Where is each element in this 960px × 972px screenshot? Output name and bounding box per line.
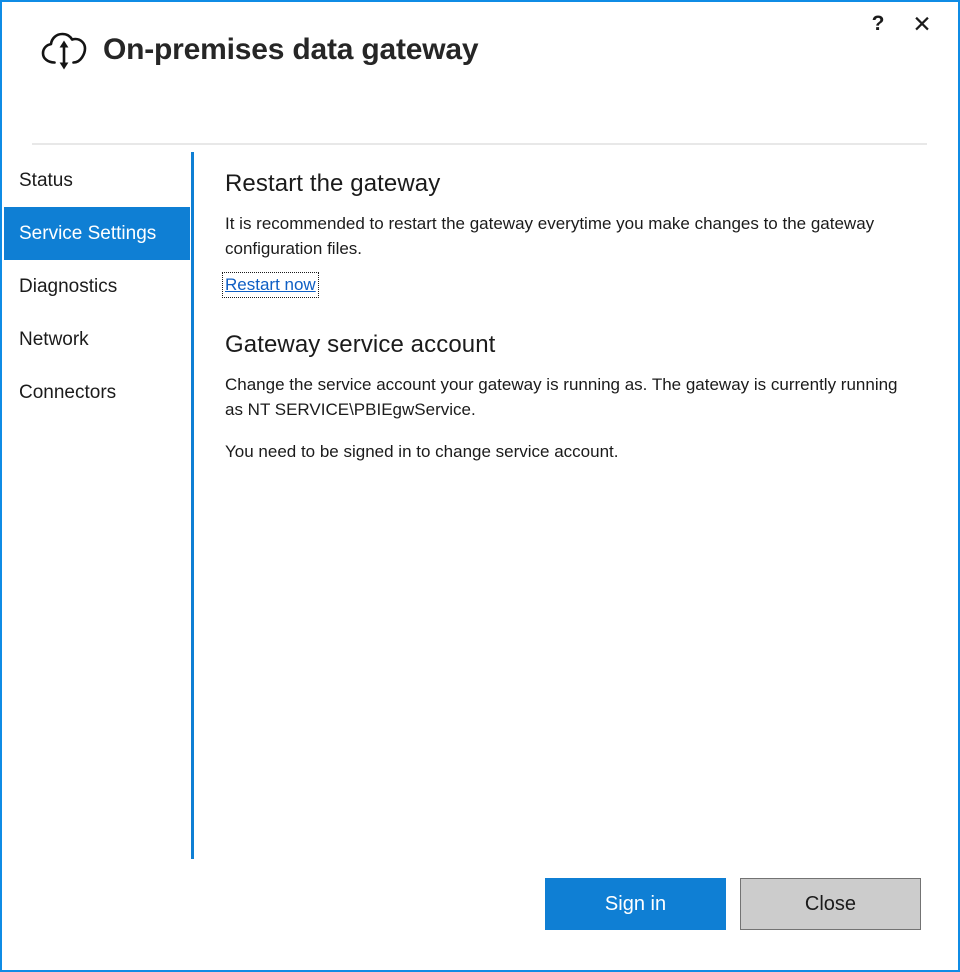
sidebar-item-network[interactable]: Network <box>4 313 190 366</box>
titlebar-controls: ? ✕ <box>856 2 958 46</box>
on-premises-data-gateway-window: ? ✕ On-premises data gateway Status Serv… <box>0 0 960 972</box>
sidebar-item-service-settings[interactable]: Service Settings <box>4 207 190 260</box>
dialog-footer: Sign in Close <box>545 878 921 930</box>
sidebar-item-label: Status <box>19 170 73 192</box>
restart-now-link[interactable]: Restart now <box>225 275 316 295</box>
gateway-service-account-signin-notice: You need to be signed in to change servi… <box>225 439 920 464</box>
sidebar-divider <box>191 152 194 859</box>
sidebar-nav: Status Service Settings Diagnostics Netw… <box>4 154 190 419</box>
header-separator <box>32 143 927 145</box>
sidebar-item-connectors[interactable]: Connectors <box>4 366 190 419</box>
main-content: Restart the gateway It is recommended to… <box>225 170 920 472</box>
gateway-service-account-section: Gateway service account Change the servi… <box>225 331 920 464</box>
restart-gateway-heading: Restart the gateway <box>225 170 920 198</box>
sidebar-item-diagnostics[interactable]: Diagnostics <box>4 260 190 313</box>
gateway-service-account-heading: Gateway service account <box>225 331 920 359</box>
help-icon[interactable]: ? <box>856 5 900 43</box>
sidebar-item-label: Service Settings <box>19 223 156 245</box>
sign-in-button[interactable]: Sign in <box>545 878 726 930</box>
sidebar-item-label: Connectors <box>19 382 116 404</box>
close-button[interactable]: Close <box>740 878 921 930</box>
app-header: On-premises data gateway <box>2 2 478 72</box>
close-icon[interactable]: ✕ <box>900 5 944 43</box>
cloud-sync-icon <box>40 28 88 72</box>
sidebar-item-label: Diagnostics <box>19 276 117 298</box>
sidebar-item-status[interactable]: Status <box>4 154 190 207</box>
restart-gateway-description: It is recommended to restart the gateway… <box>225 211 920 261</box>
page-title: On-premises data gateway <box>103 33 478 67</box>
restart-gateway-section: Restart the gateway It is recommended to… <box>225 170 920 295</box>
gateway-service-account-description: Change the service account your gateway … <box>225 372 920 422</box>
sidebar-item-label: Network <box>19 329 89 351</box>
